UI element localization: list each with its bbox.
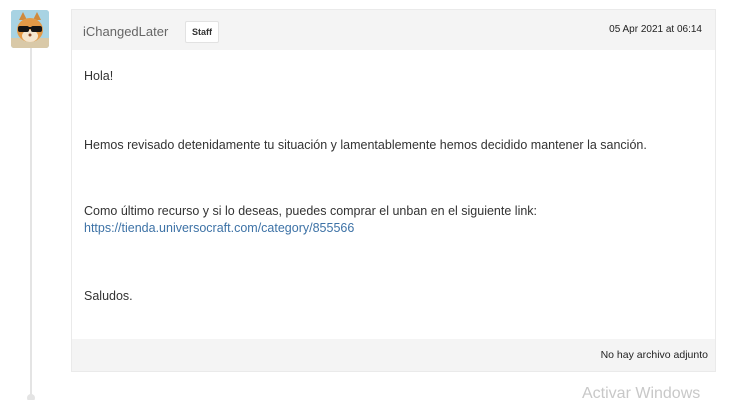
role-badge: Staff	[185, 21, 219, 43]
thread-line	[30, 46, 32, 400]
store-link[interactable]: https://tienda.universocraft.com/categor…	[84, 221, 354, 235]
post-timestamp: 05 Apr 2021 at 06:14	[609, 24, 702, 35]
post-footer: No hay archivo adjunto	[72, 339, 715, 371]
author-name[interactable]: iChangedLater	[83, 24, 168, 39]
message-paragraph: Hemos revisado detenidamente tu situació…	[84, 138, 647, 152]
thread-dot	[27, 394, 35, 400]
post-header: iChangedLater Staff 05 Apr 2021 at 06:14	[72, 10, 715, 50]
message-closing: Saludos.	[84, 289, 133, 303]
ticket-thread: iChangedLater Staff 05 Apr 2021 at 06:14…	[0, 0, 742, 400]
message-link-line: https://tienda.universocraft.com/categor…	[84, 220, 354, 237]
attachments-status: No hay archivo adjunto	[600, 349, 708, 361]
message-paragraph: Como último recurso y si lo deseas, pued…	[84, 204, 538, 218]
windows-activation-watermark: Activar Windows	[582, 385, 701, 400]
avatar[interactable]	[11, 10, 49, 48]
message-greeting: Hola!	[84, 69, 114, 83]
cat-with-sunglasses-avatar-icon	[11, 10, 49, 48]
ticket-post: iChangedLater Staff 05 Apr 2021 at 06:14…	[71, 9, 716, 372]
